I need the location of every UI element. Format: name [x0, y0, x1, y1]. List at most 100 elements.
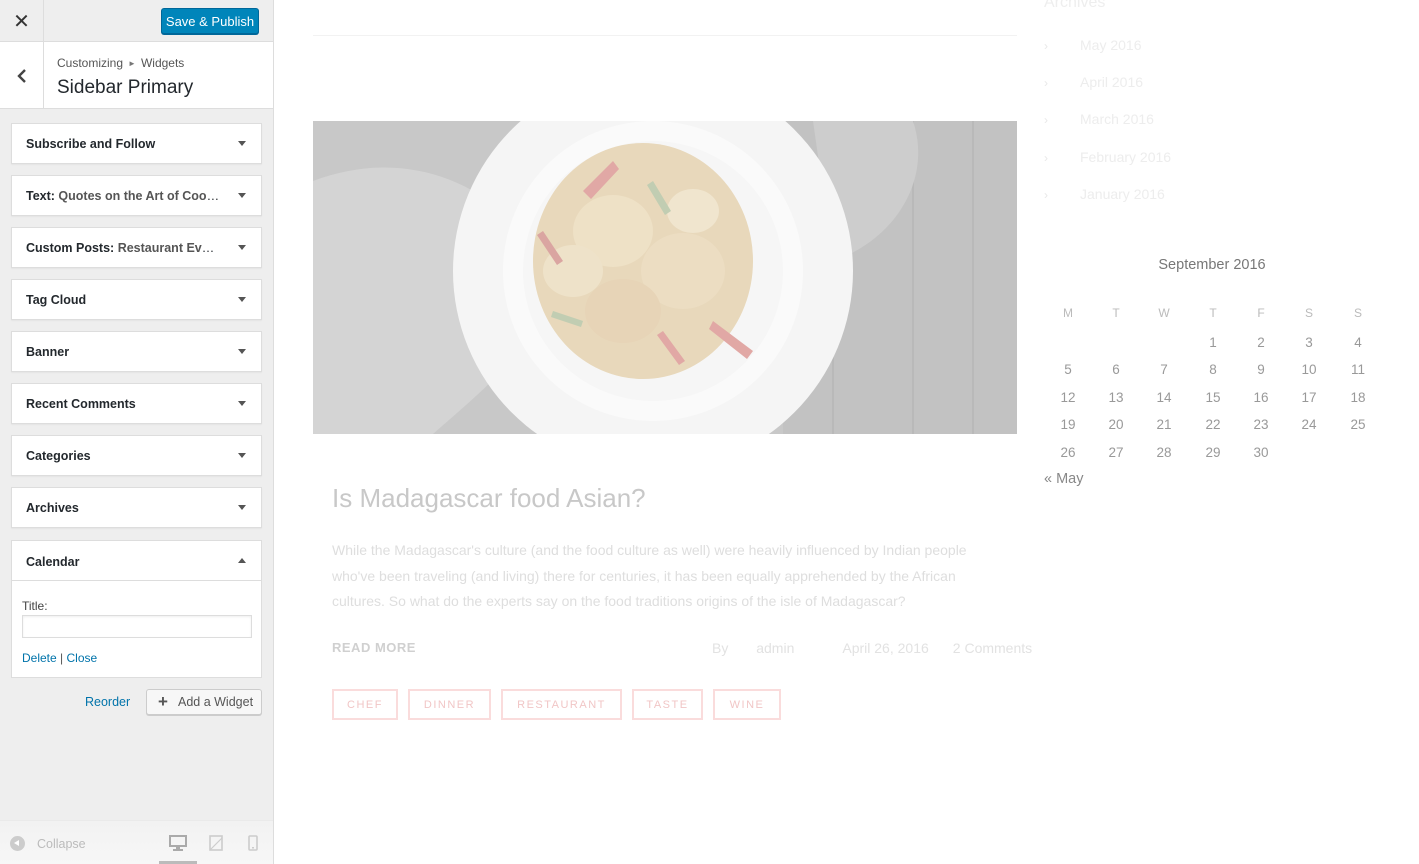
widget-subtitle: Quotes on the Art of Cook... [58, 189, 221, 203]
caret-down-icon[interactable] [238, 193, 246, 198]
calendar-day: 8 [1209, 362, 1217, 377]
breadcrumb-current: Widgets [140, 56, 185, 70]
tag-restaurant[interactable]: RESTAURANT [501, 689, 622, 720]
widget-banner[interactable]: Banner [11, 331, 262, 372]
widget-tag-cloud[interactable]: Tag Cloud [11, 279, 262, 320]
calendar-weekday: W [1158, 306, 1170, 320]
widget-subtitle: Restaurant Events [117, 241, 221, 255]
calendar-day: 30 [1253, 445, 1269, 460]
widget-text[interactable]: Text: Quotes on the Art of Cook... [11, 175, 262, 216]
widget-archives[interactable]: Archives [11, 487, 262, 528]
desktop-preview-icon[interactable] [169, 835, 187, 851]
delete-widget-link[interactable]: Delete [22, 651, 57, 665]
tag-wine[interactable]: WINE [713, 689, 781, 720]
widget-categories[interactable]: Categories [11, 435, 262, 476]
caret-down-icon[interactable] [238, 453, 246, 458]
post-author[interactable]: By admin [712, 640, 818, 656]
calendar-day: 9 [1257, 362, 1265, 377]
calendar-day: 17 [1301, 390, 1317, 405]
reorder-widgets-link[interactable]: Reorder [85, 695, 130, 709]
calendar-day: 23 [1253, 417, 1269, 432]
caret-down-icon[interactable] [238, 245, 246, 250]
section-header: Customizing ► Widgets Sidebar Primary [0, 42, 273, 109]
post-date[interactable]: April 26, 2016 [842, 640, 928, 656]
post-comments[interactable]: 2 Comments [953, 640, 1032, 656]
calendar-day: 2 [1257, 335, 1265, 350]
archive-link[interactable]: › March 2016 [1044, 111, 1154, 127]
add-widget-button[interactable]: + Add a Widget [146, 689, 262, 715]
calendar-weekday: S [1304, 306, 1313, 320]
caret-down-icon[interactable] [238, 401, 246, 406]
calendar-day: 18 [1350, 390, 1366, 405]
calendar-weekday: S [1353, 306, 1362, 320]
widget-recent-comments[interactable]: Recent Comments [11, 383, 262, 424]
author-prefix: By [712, 640, 729, 656]
calendar-day: 24 [1301, 417, 1317, 432]
caret-down-icon[interactable] [238, 141, 246, 146]
back-button[interactable] [0, 42, 44, 109]
widget-title: Recent Comments [26, 397, 221, 411]
calendar-day: 7 [1160, 362, 1168, 377]
archive-link[interactable]: › April 2016 [1044, 74, 1143, 90]
widget-name: Calendar [26, 555, 80, 569]
archive-label: April 2016 [1080, 74, 1144, 90]
breadcrumb-parent: Customizing [57, 56, 124, 70]
caret-up-icon[interactable] [238, 558, 246, 563]
add-widget-label: Add a Widget [178, 695, 254, 709]
save-and-publish-button[interactable]: Save & Publish [161, 8, 259, 34]
collapse-arrow-icon [10, 836, 25, 851]
chevron-right-icon: › [1044, 39, 1048, 53]
archive-label: February 2016 [1080, 149, 1172, 165]
close-widget-link[interactable]: Close [67, 651, 98, 665]
calendar-day: 14 [1156, 390, 1172, 405]
calendar-day: 6 [1112, 362, 1120, 377]
widget-subscribe-and-follow[interactable]: Subscribe and Follow [11, 123, 262, 164]
calendar-weekday: T [1209, 306, 1217, 320]
calendar-day: 22 [1205, 417, 1221, 432]
read-more-link[interactable]: READ MORE [332, 640, 416, 655]
post-featured-image[interactable] [313, 121, 1017, 434]
customizer-app: ✕ Save & Publish Customizing ► Widgets Sid… [0, 0, 1419, 864]
calendar-widget-header[interactable]: Calendar [12, 541, 261, 581]
widget-title: Tag Cloud [26, 293, 221, 307]
calendar-day: 28 [1156, 445, 1172, 460]
caret-down-icon[interactable] [238, 349, 246, 354]
widget-name: Categories [26, 449, 91, 463]
calendar-day: 13 [1108, 390, 1124, 405]
calendar-day: 29 [1205, 445, 1221, 460]
tag-taste[interactable]: TASTE [632, 689, 703, 720]
breadcrumb: Customizing ► Widgets [57, 56, 184, 70]
customizer-footer: Collapse [0, 820, 273, 864]
calendar-day: 11 [1350, 362, 1365, 377]
caret-down-icon[interactable] [238, 297, 246, 302]
post-title[interactable]: Is Madagascar food Asian? [332, 483, 646, 514]
collapse-sidebar-button[interactable]: Collapse [10, 836, 86, 851]
chevron-right-icon: › [1044, 188, 1048, 202]
calendar-day: 26 [1060, 445, 1076, 460]
calendar-day: 20 [1108, 417, 1124, 432]
widget-title: Custom Posts: Restaurant Events [26, 241, 221, 255]
tablet-preview-icon[interactable] [209, 835, 223, 851]
widget-custom-posts[interactable]: Custom Posts: Restaurant Events [11, 227, 262, 268]
widget-name: Banner [26, 345, 70, 359]
calendar-day: 12 [1060, 390, 1076, 405]
tag-dinner[interactable]: DINNER [408, 689, 491, 720]
widget-name: Recent Comments [26, 397, 136, 411]
widget-title: Banner [26, 345, 221, 359]
calendar-prev-month-link[interactable]: « May [1044, 471, 1084, 487]
caret-down-icon[interactable] [238, 505, 246, 510]
calendar-title-input[interactable] [22, 615, 252, 638]
archive-link[interactable]: › May 2016 [1044, 37, 1141, 53]
tag-chef[interactable]: CHEF [332, 689, 398, 720]
customizer-sidebar: ✕ Save & Publish Customizing ► Widgets Sid… [0, 0, 274, 864]
widget-control-actions: Delete | Close [22, 651, 97, 665]
post-meta: By admin April 26, 2016 2 Comments [712, 640, 1056, 656]
archive-link[interactable]: › January 2016 [1044, 186, 1165, 202]
content-divider [313, 35, 1017, 36]
collapse-label: Collapse [37, 836, 86, 851]
close-customizer-button[interactable]: ✕ [0, 0, 44, 42]
archive-link[interactable]: › February 2016 [1044, 149, 1171, 165]
mobile-preview-icon[interactable] [248, 835, 258, 851]
customizer-header: ✕ Save & Publish [0, 0, 273, 42]
archive-label: January 2016 [1080, 186, 1165, 202]
